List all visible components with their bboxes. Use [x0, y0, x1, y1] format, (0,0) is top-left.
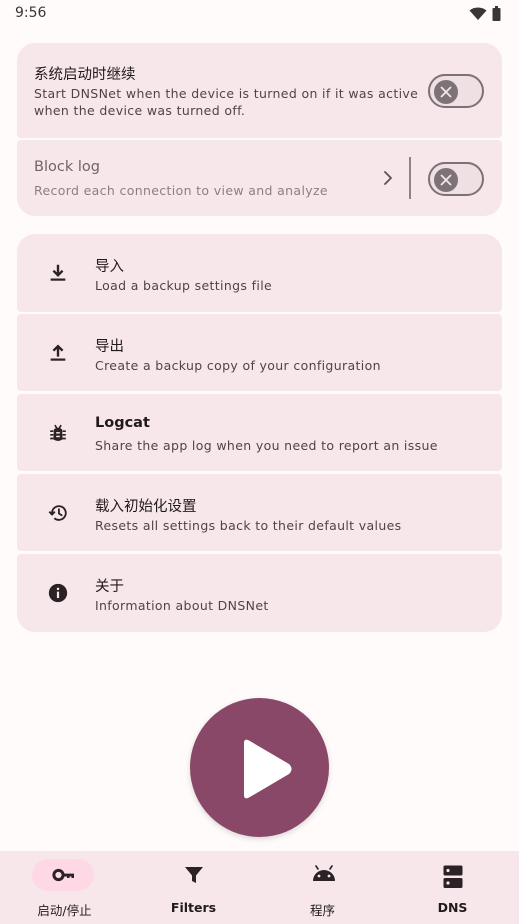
block-log-toggle[interactable]: [428, 162, 484, 196]
status-icons: [459, 6, 503, 22]
status-time: 9:56: [15, 5, 47, 21]
export-desc: Create a backup copy of your configurati…: [95, 358, 381, 373]
nav-filters[interactable]: Filters: [129, 851, 258, 924]
logcat-row[interactable]: Logcat Share the app log when you need t…: [17, 394, 502, 471]
close-icon: [440, 174, 452, 186]
import-row[interactable]: 导入 Load a backup settings file: [17, 234, 502, 312]
export-row[interactable]: 导出 Create a backup copy of your configur…: [17, 314, 502, 391]
about-desc: Information about DNSNet: [95, 598, 269, 613]
export-title: 导出: [95, 339, 124, 355]
nav-dns-label: DNS: [437, 900, 468, 915]
nav-filters-label: Filters: [170, 900, 217, 915]
key-icon: [52, 868, 74, 882]
import-title: 导入: [95, 259, 124, 275]
startup-setting-card[interactable]: 系统启动时继续 Start DNSNet when the device is …: [17, 43, 502, 138]
bug-icon: [50, 424, 66, 442]
close-icon: [440, 86, 452, 98]
download-icon: [50, 264, 66, 281]
reset-row[interactable]: 载入初始化设置 Resets all settings back to thei…: [17, 474, 502, 551]
bottom-navigation: 启动/停止 Filters 程序 DNS: [0, 851, 519, 924]
nav-apps-label: 程序: [309, 903, 335, 918]
filter-icon: [185, 867, 203, 883]
startup-title: 系统启动时继续: [34, 67, 136, 83]
start-stop-fab[interactable]: [190, 698, 329, 837]
nav-dns[interactable]: DNS: [388, 851, 517, 924]
logcat-desc: Share the app log when you need to repor…: [95, 438, 438, 453]
history-icon: [48, 505, 67, 521]
logcat-title: Logcat: [95, 415, 150, 431]
reset-title: 载入初始化设置: [95, 499, 197, 515]
about-title: 关于: [95, 579, 124, 595]
block-log-desc: Record each connection to view and analy…: [34, 183, 328, 198]
status-bar: 9:56: [0, 0, 519, 28]
toggle-knob: [434, 168, 458, 192]
nav-start-stop[interactable]: 启动/停止: [0, 851, 129, 924]
block-log-title: Block log: [34, 159, 100, 175]
play-icon: [244, 739, 292, 799]
reset-desc: Resets all settings back to their defaul…: [95, 518, 402, 533]
battery-icon: [492, 6, 501, 21]
toggle-knob: [434, 80, 458, 104]
about-row[interactable]: 关于 Information about DNSNet: [17, 554, 502, 632]
nav-start-stop-label: 启动/停止: [37, 903, 92, 918]
startup-desc-line2: when the device was turned off.: [34, 103, 246, 118]
import-desc: Load a backup settings file: [95, 278, 273, 293]
wifi-icon: [469, 7, 487, 20]
android-icon: [313, 865, 335, 881]
dns-icon: [443, 865, 463, 888]
startup-desc-line1: Start DNSNet when the device is turned o…: [34, 86, 419, 101]
vertical-divider: [409, 157, 411, 199]
upload-icon: [50, 344, 66, 361]
chevron-right-icon[interactable]: [383, 170, 393, 186]
startup-toggle[interactable]: [428, 74, 484, 108]
nav-apps[interactable]: 程序: [258, 851, 387, 924]
info-icon: [48, 583, 68, 603]
block-log-card[interactable]: Block log Record each connection to view…: [17, 140, 502, 216]
